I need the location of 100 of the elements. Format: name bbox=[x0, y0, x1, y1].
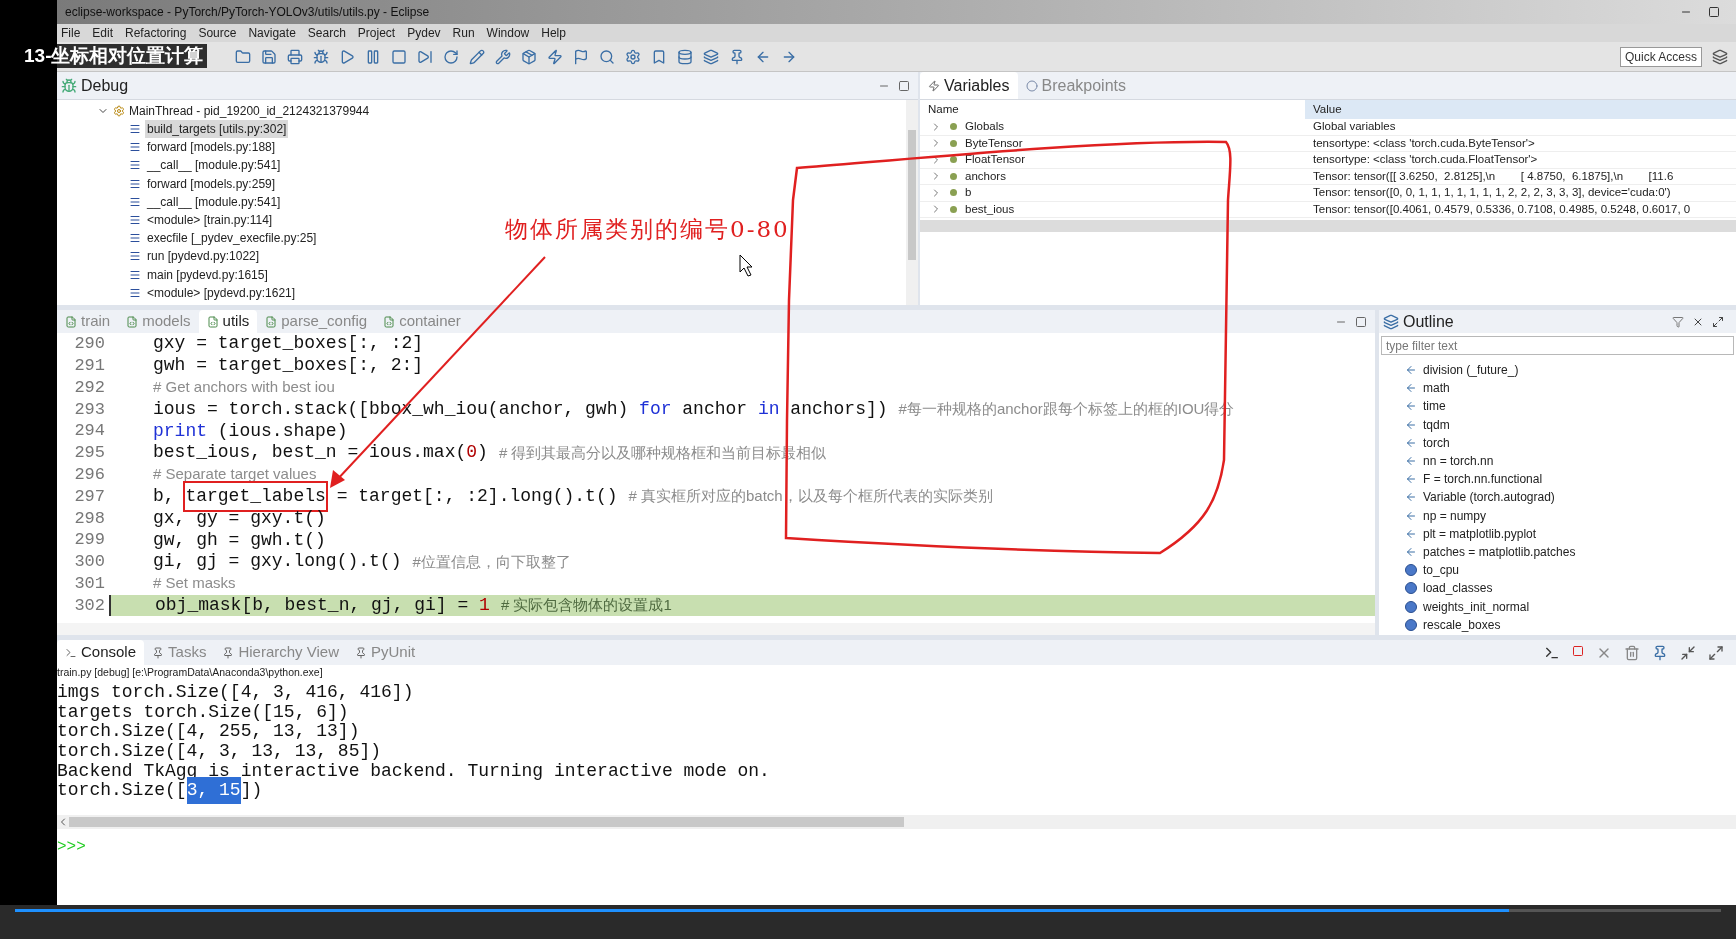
menu-item[interactable]: Window bbox=[486, 24, 530, 42]
package-button[interactable] bbox=[521, 48, 537, 65]
outline-item[interactable]: weights_init_normal bbox=[1423, 597, 1530, 616]
folder-button[interactable] bbox=[235, 48, 251, 65]
line-number: 300 bbox=[73, 551, 105, 574]
package-icon bbox=[521, 48, 537, 65]
outline-item[interactable]: division (_future_) bbox=[1423, 361, 1519, 380]
trash-icon bbox=[1624, 644, 1640, 661]
view-tab[interactable]: utils bbox=[198, 310, 258, 333]
outline-item[interactable]: patches = matplotlib.patches bbox=[1423, 542, 1576, 561]
database-button[interactable] bbox=[677, 48, 693, 65]
outline-item[interactable]: torch bbox=[1423, 433, 1450, 452]
stack-frame[interactable]: __call__ [module.py:541] bbox=[145, 192, 283, 211]
pin-icon bbox=[355, 646, 367, 659]
variable-name[interactable]: best_ious bbox=[965, 201, 1015, 218]
menu-item[interactable]: Search bbox=[307, 24, 346, 42]
mouse-cursor-icon bbox=[739, 254, 753, 277]
layers-icon bbox=[703, 48, 719, 65]
variable-value: Global variables bbox=[1312, 119, 1397, 135]
outline-item[interactable]: nn = torch.nn bbox=[1423, 452, 1494, 471]
filter-field[interactable]: type filter text bbox=[1381, 336, 1734, 355]
menu-item[interactable]: Navigate bbox=[248, 24, 296, 42]
menu-item[interactable]: Pydev bbox=[407, 24, 441, 42]
play-button[interactable] bbox=[339, 48, 355, 65]
horizontal-scrollbar[interactable] bbox=[57, 814, 1736, 829]
code-line: # Get anchors with best iou bbox=[152, 377, 336, 398]
terminal-icon bbox=[65, 646, 77, 659]
stack-frame[interactable]: <module> [train.py:114] bbox=[145, 211, 275, 230]
pencil-button[interactable] bbox=[469, 48, 485, 65]
bug-button[interactable] bbox=[313, 48, 329, 65]
stack-frame[interactable]: execfile [_pydev_execfile.py:25] bbox=[145, 229, 319, 248]
outline-item[interactable]: time bbox=[1423, 397, 1446, 416]
bug-icon bbox=[61, 77, 77, 94]
variable-name[interactable]: FloatTensor bbox=[965, 152, 1026, 168]
outline-item[interactable]: plt = matplotlib.pyplot bbox=[1423, 524, 1537, 543]
console-line: targets torch.Size([15, 6]) bbox=[57, 702, 350, 723]
outline-item[interactable]: tqdm bbox=[1423, 415, 1450, 434]
line-number: 302 bbox=[73, 594, 105, 617]
tree-item[interactable]: MainThread - pid_19200_id_2124321379944 bbox=[129, 102, 370, 120]
line-number: 290 bbox=[73, 333, 105, 356]
menu-item[interactable]: Edit bbox=[92, 24, 114, 42]
stack-frame[interactable]: main [pydevd.py:1615] bbox=[145, 265, 270, 284]
stack-frame[interactable]: run [pydevd.py:1022] bbox=[145, 247, 262, 266]
outline-item[interactable]: F = torch.nn.functional bbox=[1423, 470, 1543, 489]
line-number: 296 bbox=[73, 463, 105, 486]
menu-item[interactable]: Run bbox=[452, 24, 475, 42]
menu-item[interactable]: Source bbox=[198, 24, 237, 42]
outline-item[interactable]: load_classes bbox=[1423, 579, 1493, 598]
variable-name[interactable]: anchors bbox=[965, 168, 1006, 185]
pause-button[interactable] bbox=[365, 48, 381, 65]
pin-button[interactable] bbox=[729, 48, 745, 65]
view-tab[interactable]: Debug bbox=[57, 72, 133, 99]
view-tab[interactable]: Variables bbox=[920, 72, 1018, 99]
variable-name[interactable]: b bbox=[965, 185, 972, 201]
outline-item[interactable]: math bbox=[1423, 379, 1450, 398]
file-icon bbox=[126, 315, 139, 328]
step-button[interactable] bbox=[417, 48, 433, 65]
wrench-button[interactable] bbox=[495, 48, 511, 65]
view-tab[interactable]: Console bbox=[57, 640, 145, 665]
arrow-icon bbox=[1405, 455, 1417, 468]
settings-button[interactable] bbox=[625, 48, 641, 65]
variable-name[interactable]: ByteTensor bbox=[965, 135, 1023, 152]
menu-item[interactable]: Project bbox=[357, 24, 396, 42]
variable-value: tensortype: <class 'torch.cuda.FloatTensor'> bbox=[1312, 152, 1539, 168]
video-progress-bar[interactable] bbox=[0, 905, 1736, 939]
horizontal-scrollbar[interactable] bbox=[920, 220, 1736, 232]
lines-icon bbox=[129, 232, 141, 245]
stack-frame[interactable]: <module> [pydevd.py:1621] bbox=[145, 283, 298, 302]
outline-item[interactable]: Variable (torch.autograd) bbox=[1423, 488, 1555, 507]
menu-item[interactable]: Help bbox=[541, 24, 566, 42]
code-line: gi, gj = gxy.long().t() #位置信息，向下取整了 bbox=[152, 550, 572, 573]
horizontal-scrollbar[interactable] bbox=[57, 623, 1375, 635]
outline-item[interactable]: rescale_boxes bbox=[1423, 615, 1501, 634]
menu-item[interactable]: File bbox=[61, 24, 81, 42]
bookmark-icon bbox=[651, 48, 667, 65]
variable-name[interactable]: Globals bbox=[965, 119, 1004, 135]
layers-button[interactable] bbox=[703, 48, 719, 65]
lightning-button[interactable] bbox=[547, 48, 563, 65]
menu-item[interactable]: Refactoring bbox=[125, 24, 187, 42]
outline-item[interactable]: to_cpu bbox=[1423, 561, 1460, 580]
stop-button[interactable] bbox=[391, 48, 407, 65]
save-button[interactable] bbox=[261, 48, 277, 65]
arrow-icon bbox=[1405, 473, 1417, 486]
arrow-icon bbox=[1405, 400, 1417, 413]
scrollbar[interactable] bbox=[906, 100, 918, 305]
stack-frame[interactable]: forward [models.py:259] bbox=[145, 174, 278, 193]
quick-access-field[interactable]: Quick Access bbox=[1619, 46, 1702, 67]
console-line: torch.Size([3, 15]) bbox=[57, 780, 1736, 801]
bookmark-button[interactable] bbox=[651, 48, 667, 65]
stack-frame[interactable]: build_targets [utils.py:302] bbox=[145, 120, 289, 139]
stack-frame[interactable]: __call__ [module.py:541] bbox=[145, 156, 283, 175]
folder-icon bbox=[235, 48, 251, 65]
outline-item[interactable]: np = numpy bbox=[1423, 506, 1487, 525]
console-line: Backend TkAgg is interactive backend. Turning interactive mode on. bbox=[57, 761, 771, 781]
stack-frame[interactable]: forward [models.py:188] bbox=[145, 138, 278, 157]
refresh-button[interactable] bbox=[443, 48, 459, 65]
search-button[interactable] bbox=[599, 48, 615, 65]
flag-button[interactable] bbox=[573, 48, 589, 65]
printer-button[interactable] bbox=[287, 48, 303, 65]
arrow-icon bbox=[1405, 491, 1417, 504]
